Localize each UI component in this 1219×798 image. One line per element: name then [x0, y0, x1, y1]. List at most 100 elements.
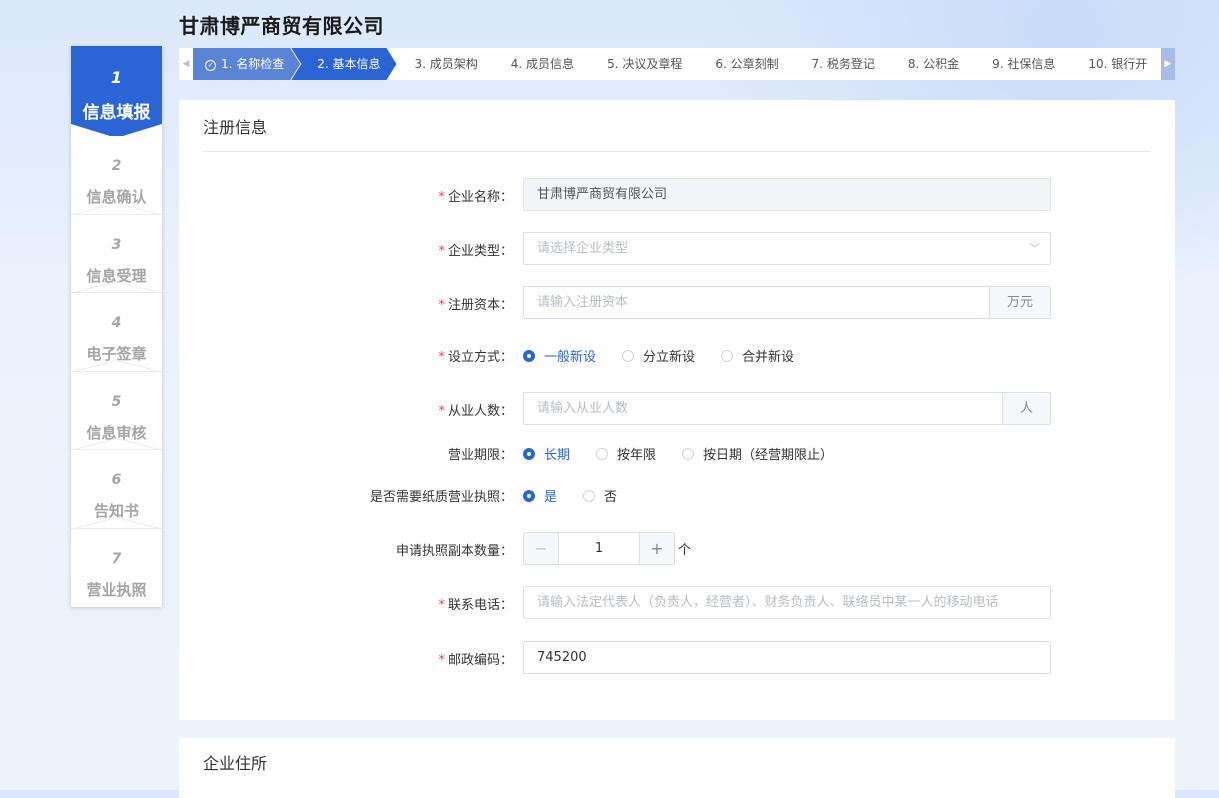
side-step-number: 4 — [111, 315, 122, 331]
label-text: 设立方式： — [447, 350, 513, 365]
radio-dot — [523, 349, 535, 362]
input-placeholder: 请输入注册资本 — [537, 295, 629, 310]
tab-seal[interactable]: 6. 公章刻制 — [689, 48, 794, 80]
radio-dot — [622, 349, 635, 362]
tab-scroll-right-icon[interactable]: ▶ — [1161, 48, 1175, 80]
tab-label: 2. 基本信息 — [317, 57, 381, 71]
radio-dot — [682, 447, 695, 460]
radio-label: 合并新设 — [742, 350, 795, 365]
company-type-label: * 企业类型： — [438, 240, 513, 259]
address-card: 企业住所 — [179, 738, 1175, 798]
copy-count-unit: 个 — [678, 543, 692, 558]
unit-suffix: 人 — [1002, 393, 1050, 424]
registered-capital-label: * 注册资本： — [438, 294, 513, 313]
side-step-number: 3 — [111, 236, 122, 253]
tab-label: 7. 税务登记 — [811, 57, 875, 71]
radio-long-term[interactable]: 长期 — [523, 444, 570, 463]
minus-button[interactable]: − — [524, 533, 559, 564]
business-term-radio-group: 长期 按年限 按日期（经营期限止） — [523, 444, 859, 463]
side-step-label: 电子签章 — [86, 345, 147, 363]
side-step-label: 信息填报 — [82, 103, 151, 123]
company-type-select[interactable]: 请选择企业类型 ﹀ — [523, 232, 1051, 265]
side-step-label: 告知书 — [93, 502, 139, 520]
side-step-number: 7 — [111, 550, 122, 567]
radio-merge-new[interactable]: 合并新设 — [721, 346, 794, 365]
tab-label: 10. 银行开 — [1088, 57, 1148, 71]
side-step-confirm[interactable]: 2 信息确认 — [71, 136, 162, 215]
tab-name-check[interactable]: ✓ 1. 名称检查 — [193, 48, 300, 80]
tab-member-info[interactable]: 4. 成员信息 — [485, 48, 590, 80]
tab-basic-info[interactable]: 2. 基本信息 — [291, 48, 396, 80]
check-circle-icon: ✓ — [205, 60, 216, 71]
radio-paper-yes[interactable]: 是 — [523, 486, 557, 505]
radio-label: 否 — [604, 490, 618, 505]
copy-count-value[interactable]: 1 — [559, 533, 639, 564]
input-placeholder: 请输入从业人数 — [537, 401, 629, 416]
required-mark: * — [438, 298, 445, 313]
tab-label: 6. 公章刻制 — [715, 57, 779, 71]
registered-capital-input[interactable]: 请输入注册资本 万元 — [523, 286, 1051, 319]
radio-label: 是 — [544, 490, 558, 505]
radio-dot — [721, 349, 734, 362]
tab-housing-fund[interactable]: 8. 公积金 — [882, 48, 975, 80]
step-tab-bar: ◀ ✓ 1. 名称检查 2. 基本信息 3. 成员架构 4. 成员信息 5. 决议… — [179, 48, 1175, 80]
phone-input[interactable]: 请输入法定代表人（负责人，经营者）、财务负责人、联络员中某一人的移动电话 — [523, 586, 1051, 619]
establish-method-radio-group: 一般新设 分立新设 合并新设 — [523, 346, 820, 365]
tab-social-security[interactable]: 9. 社保信息 — [966, 48, 1071, 80]
radio-by-years[interactable]: 按年限 — [596, 444, 656, 463]
radio-label: 一般新设 — [544, 350, 597, 365]
tab-list: ✓ 1. 名称检查 2. 基本信息 3. 成员架构 4. 成员信息 5. 决议及章… — [193, 48, 1154, 80]
side-step-review[interactable]: 5 信息审核 — [71, 372, 162, 450]
radio-dot — [596, 447, 609, 460]
required-mark: * — [438, 244, 445, 259]
side-step-accept[interactable]: 3 信息受理 — [71, 215, 162, 293]
tab-tax[interactable]: 7. 税务登记 — [786, 48, 891, 80]
tab-label: 4. 成员信息 — [510, 57, 575, 71]
chevron-down-icon: ﹀ — [1029, 242, 1040, 255]
employees-label: * 从业人数： — [438, 400, 513, 419]
label-text: 注册资本： — [447, 298, 513, 313]
radio-by-date[interactable]: 按日期（经营期限止） — [682, 444, 833, 463]
tab-bank[interactable]: 10. 银行开 — [1062, 48, 1163, 80]
side-step-esign[interactable]: 4 电子签章 — [71, 293, 162, 372]
side-step-notice[interactable]: 6 告知书 — [71, 450, 162, 529]
label-text: 企业类型： — [447, 244, 513, 259]
input-placeholder: 请输入法定代表人（负责人，经营者）、财务负责人、联络员中某一人的移动电话 — [537, 595, 999, 610]
tab-scroll-left-icon[interactable]: ◀ — [179, 48, 193, 80]
tab-member-structure[interactable]: 3. 成员架构 — [388, 48, 494, 80]
radio-split-new[interactable]: 分立新设 — [622, 346, 695, 365]
side-step-list: 1 信息填报 2 信息确认 3 信息受理 4 电子签章 5 信息审核 6 告知书… — [71, 46, 162, 607]
label-text: 从业人数： — [447, 404, 513, 419]
side-step-number: 5 — [111, 393, 122, 410]
stepper-box: − 1 + — [523, 532, 675, 565]
tab-label: 9. 社保信息 — [992, 57, 1056, 71]
company-name-input[interactable]: 甘肃博严商贸有限公司 — [523, 178, 1051, 211]
radio-general-new[interactable]: 一般新设 — [523, 346, 596, 365]
side-step-fill[interactable]: 1 信息填报 — [71, 46, 162, 136]
copy-count-label: 申请执照副本数量： — [396, 540, 513, 559]
tab-resolution[interactable]: 5. 决议及章程 — [581, 48, 698, 80]
select-placeholder: 请选择企业类型 — [537, 241, 629, 256]
section-title: 注册信息 — [203, 118, 268, 137]
radio-dot — [523, 447, 535, 460]
registration-card: 注册信息 * 企业名称： 甘肃博严商贸有限公司 * 企业类型： 请选择企业类型 ﹀ … — [179, 100, 1175, 720]
required-mark: * — [438, 653, 445, 668]
side-step-number: 6 — [111, 472, 122, 488]
postcode-input[interactable]: 745200 — [523, 641, 1051, 674]
label-text: 申请执照副本数量： — [395, 544, 513, 559]
radio-paper-no[interactable]: 否 — [583, 486, 617, 505]
radio-label: 分立新设 — [643, 350, 696, 365]
employees-input[interactable]: 请输入从业人数 人 — [523, 392, 1051, 425]
plus-button[interactable]: + — [639, 533, 674, 564]
phone-label: * 联系电话： — [438, 594, 513, 613]
label-text: 企业名称： — [447, 190, 513, 205]
tab-label: 3. 成员架构 — [414, 57, 478, 71]
tab-label: 8. 公积金 — [907, 57, 960, 71]
required-mark: * — [438, 350, 445, 365]
paper-license-label: 是否需要纸质营业执照： — [370, 486, 513, 505]
side-step-label: 信息审核 — [86, 423, 147, 442]
side-step-license[interactable]: 7 营业执照 — [71, 529, 162, 608]
establish-method-label: * 设立方式： — [438, 346, 513, 365]
radio-dot — [583, 489, 596, 502]
label-text: 邮政编码： — [447, 653, 513, 668]
